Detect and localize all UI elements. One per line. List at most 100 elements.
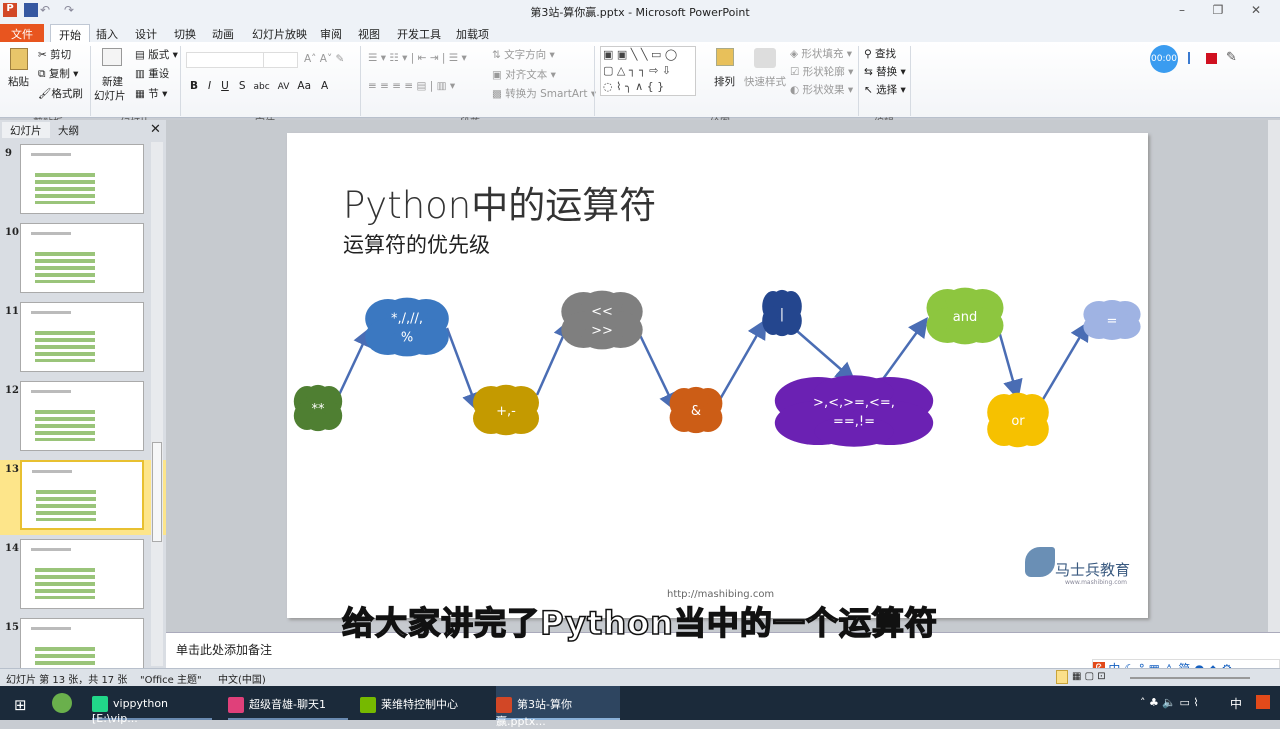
tab-view[interactable]: 视图 [350,24,388,42]
list-buttons[interactable]: ☰ ▾ ☷ ▾ | ⇤ ⇥ | ☰ ▾ [368,52,467,64]
italic-button[interactable]: I [208,80,211,92]
shape-outline-button[interactable]: ☑ 形状轮廓 ▾ [790,64,853,79]
operator-label: or [1011,414,1025,429]
find-button[interactable]: ⚲ 查找 [864,46,896,61]
alignment-buttons[interactable]: ≡ ≡ ≡ ≡ ▤ | ▥ ▾ [368,80,455,92]
change-case-button[interactable]: Aa [297,80,311,92]
quick-styles-button[interactable]: 快速样式 [744,74,786,89]
smartart-button[interactable]: ▩ 转换为 SmartArt ▾ [492,86,596,101]
cut-button[interactable]: ✂ 剪切 [38,47,71,62]
tab-insert[interactable]: 插入 [88,24,126,42]
language-status[interactable]: 中文(中国) [218,671,266,686]
section-label: 节 [148,88,159,100]
layout-button[interactable]: ▤ 版式 ▾ [135,47,178,62]
align-text-button[interactable]: ▣ 对齐文本 ▾ [492,67,556,82]
panel-scrollbar[interactable] [151,142,163,666]
operator-cloud[interactable]: or [987,392,1049,448]
font-color-button[interactable]: A [321,80,328,92]
shape-effects-button[interactable]: ◐ 形状效果 ▾ [790,82,853,97]
paste-button[interactable]: 粘贴 [8,74,29,89]
reset-button[interactable]: ▥ 重设 [135,66,169,81]
copy-button[interactable]: ⧉ 复制 ▾ [38,66,78,81]
logo-subtext: www.mashibing.com [1065,579,1128,586]
underline-button[interactable]: U [221,80,229,92]
slide-thumbnail-9[interactable] [20,144,144,214]
replace-button[interactable]: ⇆ 替换 ▾ [864,64,906,79]
section-button[interactable]: ▦ 节 ▾ [135,86,167,101]
taskbar-item-chat[interactable]: 超级音雄-聊天1 [228,686,348,720]
operator-cloud[interactable]: << >> [561,290,643,350]
slide-thumbnail-13[interactable] [20,460,144,530]
replace-label: 替换 [876,66,898,78]
taskbar-item-pycharm[interactable]: vippython [E:\vip... [92,686,212,725]
pencil-icon[interactable]: ✎ [1226,50,1237,65]
slide-thumbnail-10[interactable] [20,223,144,293]
ime-indicator[interactable]: 中 [1230,695,1242,712]
tab-animations[interactable]: 动画 [204,24,242,42]
slide-number: 14 [5,543,19,554]
shadow-button[interactable]: S [239,80,246,92]
slide-number: 11 [5,306,19,317]
arrange-button[interactable]: 排列 [714,74,735,89]
select-button[interactable]: ↖ 选择 ▾ [864,82,906,97]
divider [90,46,91,116]
windows-start-icon[interactable]: ⊞ [14,696,27,714]
operator-cloud[interactable]: and [926,287,1004,345]
video-caption: 给大家讲完了Python当中的一个运算符 [341,603,938,643]
tab-transitions[interactable]: 切换 [166,24,204,42]
operator-cloud[interactable]: | [762,289,802,337]
taskbar-item-nvidia[interactable]: 莱维特控制中心 [360,686,480,720]
tab-slideshow[interactable]: 幻灯片放映 [244,24,315,42]
tab-slides[interactable]: 幻灯片 [2,122,50,138]
stop-icon[interactable] [1206,53,1217,64]
operator-cloud[interactable]: *,/,//,% [365,297,449,357]
font-size-select[interactable] [263,52,298,68]
browser-icon[interactable] [52,693,72,713]
taskbar-item-powerpoint[interactable]: 第3站-算你赢.pptx... [496,686,620,728]
operator-cloud[interactable]: >,<,>=,<=, ==,!= [774,375,934,447]
operator-label: >,<,>=,<=, [813,396,895,411]
strikethrough-button[interactable]: abc [253,82,269,92]
format-painter-button[interactable]: 🖌格式刷 [38,86,83,101]
spacing-button[interactable]: AV [278,82,290,92]
tab-developer[interactable]: 开发工具 [389,24,449,42]
operator-cloud[interactable]: = [1083,300,1141,340]
font-grow-shrink[interactable]: A˄ A˅ ✎ [304,53,344,65]
view-buttons[interactable]: ▦ ▢ ⊡ [1072,671,1106,682]
scrollbar-thumb[interactable] [152,442,162,542]
slide-thumbnail-11[interactable] [20,302,144,372]
scissors-icon: ✂ [38,49,51,61]
restore-button[interactable]: ❐ [1208,3,1228,17]
text-direction-button[interactable]: ⇅ 文字方向 ▾ [492,47,555,62]
normal-view-button[interactable] [1056,670,1068,684]
pause-icon[interactable] [1188,52,1190,64]
ime-app-icon[interactable] [1256,695,1270,709]
tab-design[interactable]: 设计 [127,24,165,42]
operator-cloud[interactable]: +,- [473,384,539,436]
divider [360,46,361,116]
operator-label: | [780,307,784,322]
shapes-gallery[interactable]: ▣ ▣ ╲ ╲ ▭ ◯ ▢ △ ┐ ┐ ⇨ ⇩ ◌ ⌇ ╮ ∧ { } [600,46,696,96]
minimize-button[interactable]: – [1172,3,1192,17]
zoom-slider[interactable] [1130,677,1250,679]
slide-scrollbar[interactable] [1268,120,1280,632]
slide-thumbnail-12[interactable] [20,381,144,451]
new-slide-button[interactable]: 幻灯片 [94,88,126,103]
operator-cloud[interactable]: & [669,386,723,434]
new-slide-line1[interactable]: 新建 [102,74,123,89]
slide[interactable]: Python中的运算符 运算符的优先级 ** *,/,//,% +,- << >> & | >… [287,133,1148,618]
tab-file[interactable]: 文件 [0,24,44,42]
operator-cloud[interactable]: ** [293,384,343,432]
tab-outline[interactable]: 大纲 [50,122,87,138]
slide-count-status: 幻灯片 第 13 张，共 17 张 [6,675,128,686]
binoculars-icon: ⚲ [864,48,876,60]
paste-icon [10,48,28,70]
system-tray-icons[interactable]: ˄ ♣ 🔈 ▭ ⌇ [1140,696,1199,709]
close-button[interactable]: ✕ [1246,3,1266,17]
tab-addins[interactable]: 加载项 [448,24,497,42]
tab-home[interactable]: 开始 [50,24,90,42]
close-panel-icon[interactable]: ✕ [150,122,161,137]
shape-fill-button[interactable]: ◈ 形状填充 ▾ [790,46,852,61]
bold-button[interactable]: B [190,80,198,92]
tab-review[interactable]: 审阅 [312,24,350,42]
